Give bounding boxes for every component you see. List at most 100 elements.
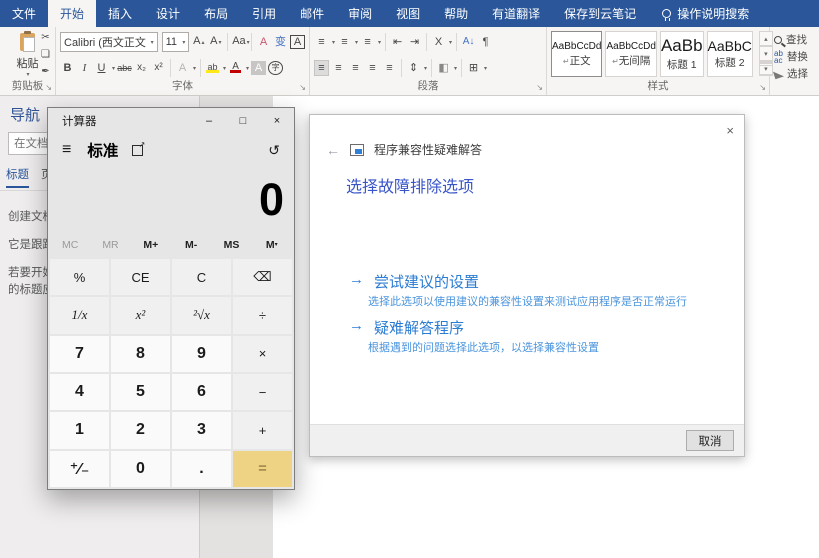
digit-9-key[interactable]: 9 (172, 336, 231, 372)
tell-me-search[interactable]: 操作说明搜索 (662, 0, 749, 27)
strikethrough-icon[interactable]: abc (117, 61, 132, 75)
underline-caret-icon[interactable]: ▾ (112, 65, 115, 72)
subscript-icon[interactable]: x₂ (134, 61, 149, 75)
tab-review[interactable]: 审阅 (336, 0, 384, 27)
equals-key[interactable]: = (233, 451, 292, 487)
change-case-icon[interactable]: Aa▾ (232, 34, 247, 50)
tab-file[interactable]: 文件 (0, 0, 48, 27)
tab-youdao-translate[interactable]: 有道翻译 (480, 0, 552, 27)
digit-4-key[interactable]: 4 (50, 374, 109, 410)
add-key[interactable]: + (233, 412, 292, 448)
styles-dialog-launcher-icon[interactable]: ↘ (759, 84, 766, 92)
decrease-indent-icon[interactable]: ⇤ (390, 35, 405, 49)
memory-store-button[interactable]: MS (211, 239, 251, 256)
digit-8-key[interactable]: 8 (111, 336, 170, 372)
divide-key[interactable]: ÷ (233, 297, 292, 333)
distribute-icon[interactable]: ≡ (382, 61, 397, 75)
option-troubleshoot-program[interactable]: → 疑难解答程序 (349, 317, 464, 338)
dialog-back-icon[interactable]: ← (326, 142, 340, 158)
show-hide-marks-icon[interactable]: ¶ (478, 35, 493, 49)
bullets-caret-icon[interactable]: ▾ (332, 39, 335, 46)
digit-1-key[interactable]: 1 (50, 412, 109, 448)
select-button[interactable]: 选择 (770, 65, 819, 82)
style-heading1[interactable]: AaBb 标题 1 (660, 31, 704, 77)
memory-flyout-button[interactable]: M▾ (252, 239, 292, 256)
bullets-icon[interactable]: ≡ (314, 35, 329, 49)
digit-7-key[interactable]: 7 (50, 336, 109, 372)
memory-subtract-button[interactable]: M- (171, 239, 211, 256)
superscript-icon[interactable]: x² (151, 61, 166, 75)
digit-2-key[interactable]: 2 (111, 412, 170, 448)
digit-0-key[interactable]: 0 (111, 451, 170, 487)
align-right-icon[interactable]: ≡ (348, 61, 363, 75)
clipboard-dialog-launcher-icon[interactable]: ↘ (45, 84, 52, 92)
subtract-key[interactable]: − (233, 374, 292, 410)
decimal-key[interactable]: . (172, 451, 231, 487)
memory-add-button[interactable]: M+ (131, 239, 171, 256)
calculator-titlebar[interactable]: 计算器 – □ × (48, 108, 294, 134)
borders-icon[interactable]: ⊞ (466, 61, 481, 75)
character-shading-icon[interactable]: A (251, 61, 266, 75)
multiply-key[interactable]: × (233, 336, 292, 372)
font-name-combo[interactable]: Calibri (西文正文 ▾ (60, 32, 158, 52)
history-icon[interactable]: ↺ (268, 142, 280, 159)
multilevel-caret-icon[interactable]: ▾ (378, 39, 381, 46)
clear-key[interactable]: C (172, 259, 231, 295)
backspace-key[interactable]: ⌫ (233, 259, 292, 295)
style-normal[interactable]: AaBbCcDd ↵正文 (551, 31, 602, 77)
tab-insert[interactable]: 插入 (96, 0, 144, 27)
format-painter-icon[interactable]: ✒ (38, 65, 53, 79)
shading-icon[interactable]: ◧ (436, 61, 451, 75)
enclose-characters-icon[interactable]: 字 (268, 61, 283, 75)
keep-on-top-icon[interactable]: ↗ (132, 145, 143, 156)
highlight-caret-icon[interactable]: ▾ (223, 65, 226, 72)
sort-icon[interactable]: A↓ (461, 35, 476, 49)
square-key[interactable]: x² (111, 297, 170, 333)
line-spacing-caret-icon[interactable]: ▾ (424, 65, 427, 72)
font-dialog-launcher-icon[interactable]: ↘ (299, 84, 306, 92)
find-button[interactable]: 查找 (770, 31, 819, 48)
text-effects-icon[interactable]: A (175, 61, 190, 75)
highlight-color-icon[interactable]: ab (205, 63, 220, 73)
reciprocal-key[interactable]: 1/x (50, 297, 109, 333)
square-root-key[interactable]: ²√x (172, 297, 231, 333)
line-spacing-icon[interactable]: ⇕ (406, 61, 421, 75)
borders-caret-icon[interactable]: ▾ (484, 65, 487, 72)
dialog-close-icon[interactable]: × (726, 123, 734, 138)
digit-5-key[interactable]: 5 (111, 374, 170, 410)
hamburger-menu-icon[interactable]: ≡ (62, 141, 71, 159)
cut-icon[interactable]: ✂ (38, 31, 53, 45)
percent-key[interactable]: % (50, 259, 109, 295)
clear-entry-key[interactable]: CE (111, 259, 170, 295)
align-left-icon[interactable]: ≡ (314, 60, 329, 76)
maximize-button[interactable]: □ (226, 108, 260, 134)
phonetic-guide-icon[interactable]: 变 (273, 35, 288, 49)
negate-key[interactable]: ⁺⁄₋ (50, 451, 109, 487)
copy-icon[interactable]: ❏ (38, 48, 53, 62)
replace-button[interactable]: abac 替换 (770, 48, 819, 65)
font-color-caret-icon[interactable]: ▾ (246, 65, 249, 72)
nav-tab-headings[interactable]: 标题 (6, 166, 29, 188)
minimize-button[interactable]: – (192, 108, 226, 134)
paragraph-dialog-launcher-icon[interactable]: ↘ (536, 84, 543, 92)
option-try-recommended[interactable]: → 尝试建议的设置 (349, 271, 479, 292)
digit-6-key[interactable]: 6 (172, 374, 231, 410)
align-center-icon[interactable]: ≡ (331, 61, 346, 75)
numbering-caret-icon[interactable]: ▾ (355, 39, 358, 46)
style-no-spacing[interactable]: AaBbCcDd ↵无间隔 (605, 31, 656, 77)
shading-caret-icon[interactable]: ▾ (454, 65, 457, 72)
tab-help[interactable]: 帮助 (432, 0, 480, 27)
tab-view[interactable]: 视图 (384, 0, 432, 27)
multilevel-list-icon[interactable]: ≡ (360, 35, 375, 49)
clear-formatting-icon[interactable]: A (256, 35, 271, 49)
asian-layout-icon[interactable]: X (431, 35, 446, 49)
font-size-combo[interactable]: 11 ▾ (162, 32, 190, 52)
increase-indent-icon[interactable]: ⇥ (407, 35, 422, 49)
bold-icon[interactable]: B (60, 61, 75, 75)
tab-mailings[interactable]: 邮件 (288, 0, 336, 27)
underline-icon[interactable]: U (94, 61, 109, 75)
asian-layout-caret-icon[interactable]: ▾ (449, 39, 452, 46)
tab-layout[interactable]: 布局 (192, 0, 240, 27)
memory-clear-button[interactable]: MC (50, 239, 90, 256)
italic-icon[interactable]: I (77, 61, 92, 75)
